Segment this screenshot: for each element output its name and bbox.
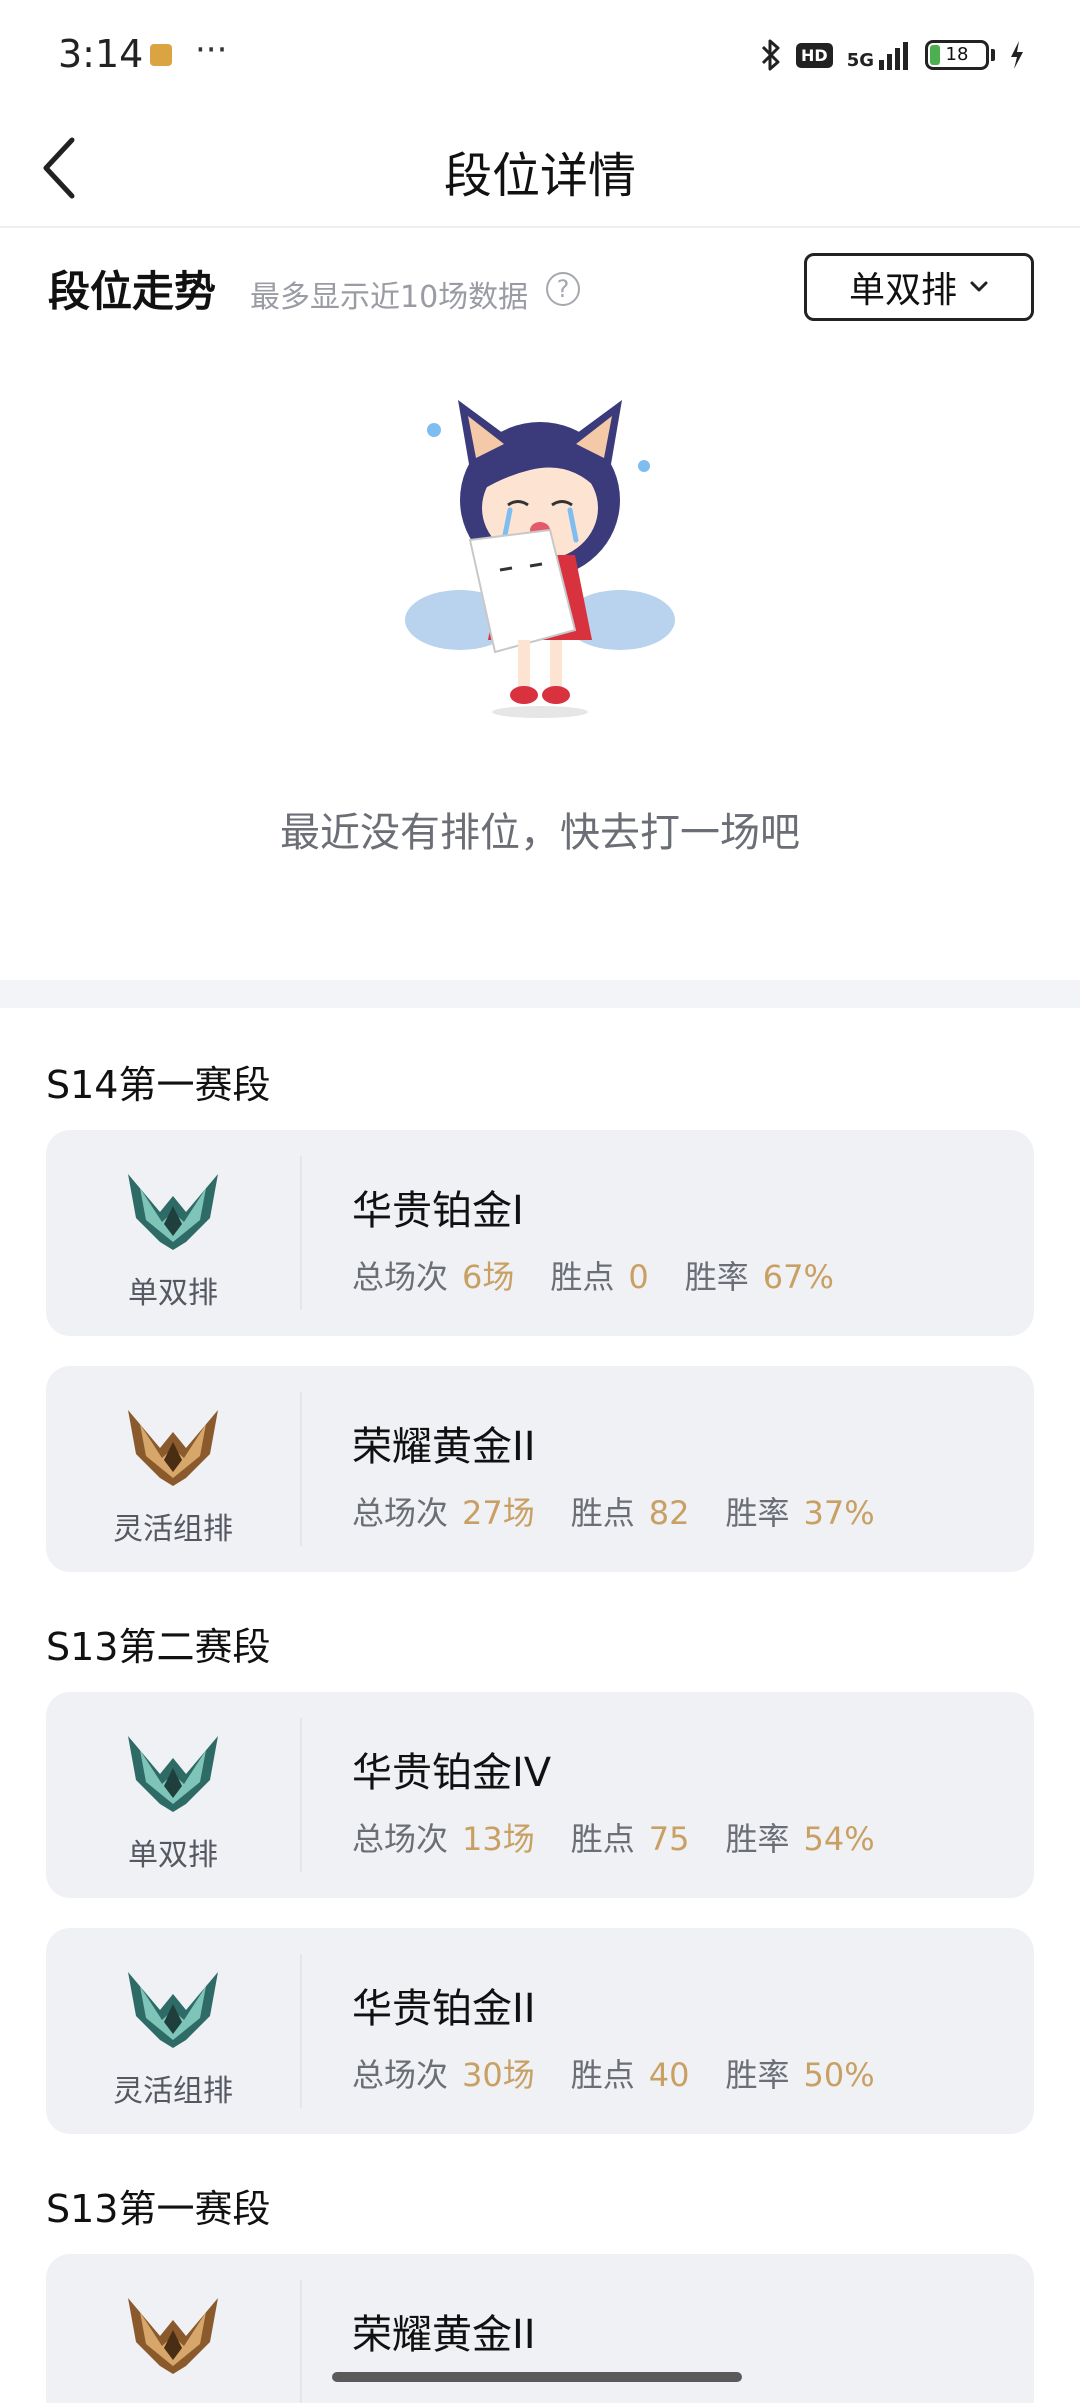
status-time: 3:14	[58, 32, 144, 76]
notification-icon	[150, 44, 172, 66]
stats-row: 总场次 13场 胜点 75 胜率 54%	[352, 1814, 875, 1860]
winrate-value: 54%	[803, 1820, 875, 1858]
trend-title: 段位走势	[48, 267, 217, 316]
status-icons: HD 5G 18	[760, 38, 1025, 72]
rank-name: 华贵铂金I	[352, 1188, 524, 1234]
queue-label: 灵活组排	[113, 1512, 233, 1547]
winrate-label: 胜率	[684, 1258, 749, 1296]
home-indicator[interactable]	[332, 2372, 742, 2382]
season-title: S13第一赛段	[46, 2187, 271, 2231]
battery-icon: 18	[925, 40, 989, 70]
winrate-value: 37%	[803, 1494, 875, 1532]
lp-label: 胜点	[570, 2056, 635, 2094]
stats-row: 总场次 6场 胜点 0 胜率 67%	[352, 1252, 834, 1298]
games-label: 总场次	[352, 1494, 449, 1532]
winrate-label: 胜率	[725, 1820, 790, 1858]
lp-value: 40	[648, 2056, 690, 2094]
card-divider	[300, 1392, 302, 1546]
games-value: 30场	[462, 2056, 535, 2094]
hd-voice-icon: HD	[796, 42, 833, 68]
rank-card[interactable]: 单双排 华贵铂金IV 总场次 13场 胜点 75 胜率 54%	[46, 1692, 1034, 1898]
queue-label: 单双排	[128, 1838, 218, 1873]
charging-icon	[1011, 41, 1023, 69]
games-label: 总场次	[352, 2056, 449, 2094]
rank-card[interactable]: 灵活组排 荣耀黄金II 总场次 27场 胜点 82 胜率 37%	[46, 1366, 1034, 1572]
empty-state-text: 最近没有排位，快去打一场吧	[280, 810, 800, 856]
help-icon[interactable]: ?	[546, 272, 580, 306]
winrate-label: 胜率	[725, 2056, 790, 2094]
battery-level: 18	[945, 44, 969, 65]
platinum-emblem-icon	[128, 1736, 218, 1812]
lp-label: 胜点	[550, 1258, 615, 1296]
queue-label: 灵活组排	[113, 2074, 233, 2109]
status-bar: 3:14 ··· HD 5G 18	[0, 0, 1080, 110]
card-divider	[300, 2280, 302, 2403]
rank-name: 华贵铂金II	[352, 1986, 536, 2032]
card-divider	[300, 1718, 302, 1872]
signal-icon: 5G	[847, 40, 911, 70]
lp-value: 82	[648, 1494, 690, 1532]
winrate-label: 胜率	[725, 1494, 790, 1532]
trend-subtitle: 最多显示近10场数据	[250, 280, 529, 315]
card-divider	[300, 1954, 302, 2108]
top-navigation-bar: 段位详情	[0, 110, 1080, 228]
rank-card[interactable]: 单双排 华贵铂金I 总场次 6场 胜点 0 胜率 67%	[46, 1130, 1034, 1336]
season-title: S13第二赛段	[46, 1625, 271, 1669]
lp-label: 胜点	[570, 1820, 635, 1858]
games-value: 13场	[462, 1820, 535, 1858]
bluetooth-icon	[761, 39, 780, 71]
games-value: 27场	[462, 1494, 535, 1532]
signal-bars-icon	[879, 42, 908, 70]
crying-mascot-illustration	[405, 400, 675, 718]
battery-tip	[991, 49, 995, 61]
queue-type-selected: 单双排	[848, 270, 957, 311]
games-value: 6场	[462, 1258, 515, 1296]
games-label: 总场次	[352, 1258, 449, 1296]
season-title: S14第一赛段	[46, 1063, 271, 1107]
lp-label: 胜点	[570, 1494, 635, 1532]
gold-emblem-icon	[128, 2298, 218, 2374]
network-type-label: 5G	[846, 50, 874, 71]
rank-name: 华贵铂金IV	[352, 1750, 552, 1796]
rank-name: 荣耀黄金II	[352, 1424, 536, 1470]
rank-name: 荣耀黄金II	[352, 2312, 536, 2358]
platinum-emblem-icon	[128, 1174, 218, 1250]
chevron-down-icon	[970, 281, 988, 292]
stats-row: 总场次 27场 胜点 82 胜率 37%	[352, 1488, 875, 1534]
rank-card[interactable]: 灵活组排 华贵铂金II 总场次 30场 胜点 40 胜率 50%	[46, 1928, 1034, 2134]
lp-value: 75	[648, 1820, 690, 1858]
queue-label: 单双排	[128, 1276, 218, 1311]
card-divider	[300, 1156, 302, 1310]
more-notifications-icon: ···	[195, 30, 228, 70]
games-label: 总场次	[352, 1820, 449, 1858]
platinum-emblem-icon	[128, 1972, 218, 2048]
page-title: 段位详情	[443, 148, 636, 204]
gold-emblem-icon	[128, 1410, 218, 1486]
stats-row: 总场次 30场 胜点 40 胜率 50%	[352, 2050, 875, 2096]
winrate-value: 50%	[803, 2056, 875, 2094]
queue-type-dropdown[interactable]: 单双排	[804, 253, 1034, 321]
section-divider	[0, 980, 1080, 1008]
lp-value: 0	[628, 1258, 649, 1296]
winrate-value: 67%	[762, 1258, 834, 1296]
